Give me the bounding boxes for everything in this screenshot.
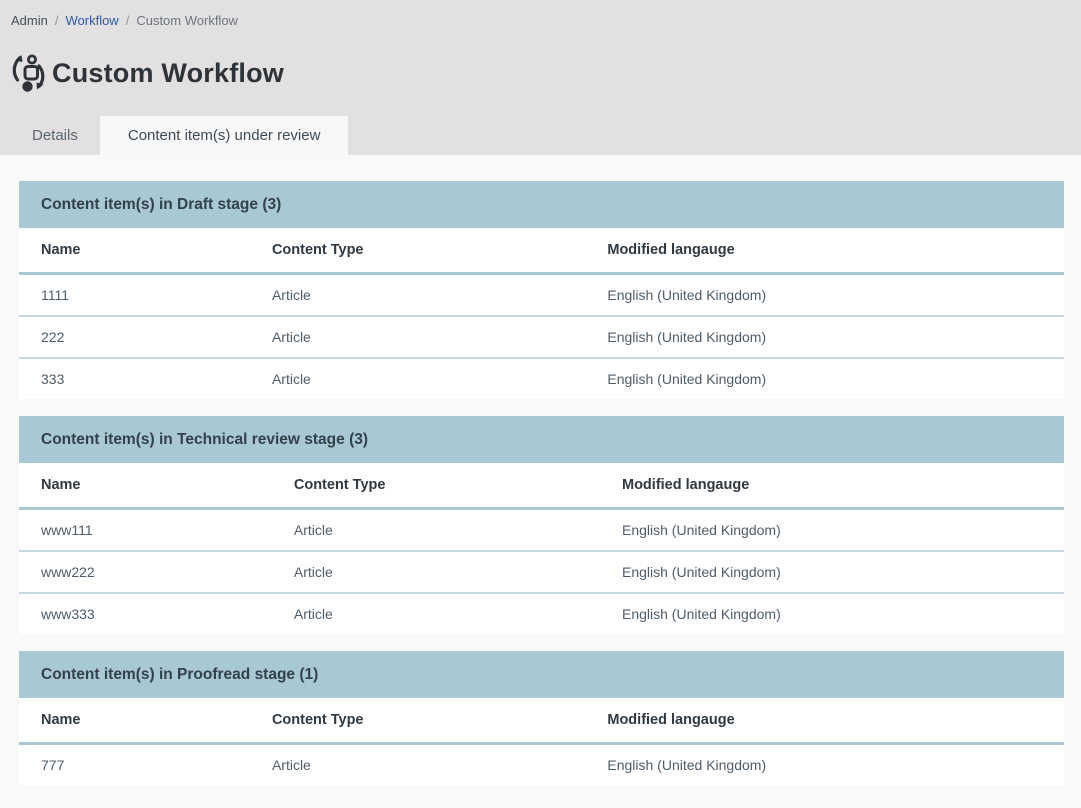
tab-details[interactable]: Details xyxy=(10,116,100,155)
table-header-row: NameContent TypeModified langauge xyxy=(19,228,1064,274)
breadcrumb-separator: / xyxy=(126,13,130,28)
column-header: Modified langauge xyxy=(600,463,1064,509)
column-header: Modified langauge xyxy=(585,228,1064,274)
table-cell: Article xyxy=(250,744,585,786)
stage-section-title: Content item(s) in Proofread stage (1) xyxy=(41,666,318,684)
stage-table: NameContent TypeModified langauge 777Art… xyxy=(19,698,1064,785)
stage-section-header: Content item(s) in Draft stage (3) xyxy=(19,181,1064,228)
column-header: Content Type xyxy=(272,463,600,509)
title-row: Custom Workflow xyxy=(0,54,1081,92)
app-window: Admin / Workflow / Custom Workflow xyxy=(0,0,1081,785)
table-row: 777ArticleEnglish (United Kingdom) xyxy=(19,744,1064,786)
table-row: 222ArticleEnglish (United Kingdom) xyxy=(19,316,1064,358)
column-header: Modified langauge xyxy=(585,698,1064,744)
content-area: Content item(s) in Draft stage (3) NameC… xyxy=(0,155,1081,785)
stage-table: NameContent TypeModified langauge 1111Ar… xyxy=(19,228,1064,399)
table-cell: Article xyxy=(250,274,585,317)
stage-section-title: Content item(s) in Technical review stag… xyxy=(41,431,368,449)
table-cell: 1111 xyxy=(19,274,250,317)
table-row: 1111ArticleEnglish (United Kingdom) xyxy=(19,274,1064,317)
table-header-row: NameContent TypeModified langauge xyxy=(19,463,1064,509)
table-cell: Article xyxy=(272,509,600,552)
table-cell: www222 xyxy=(19,551,272,593)
table-cell: Article xyxy=(250,316,585,358)
table-cell: www333 xyxy=(19,593,272,634)
table-row: www333ArticleEnglish (United Kingdom) xyxy=(19,593,1064,634)
column-header: Name xyxy=(19,463,272,509)
breadcrumb-item-admin: Admin xyxy=(11,13,48,28)
stage-section: Content item(s) in Draft stage (3) NameC… xyxy=(19,181,1064,399)
stage-section-header: Content item(s) in Proofread stage (1) xyxy=(19,651,1064,698)
stage-sections: Content item(s) in Draft stage (3) NameC… xyxy=(19,181,1064,785)
page-title: Custom Workflow xyxy=(52,58,284,89)
breadcrumb-item-workflow[interactable]: Workflow xyxy=(65,13,118,28)
table-cell: English (United Kingdom) xyxy=(585,274,1064,317)
table-cell: English (United Kingdom) xyxy=(600,593,1064,634)
tab-bar: Details Content item(s) under review xyxy=(0,116,1081,155)
stage-section-title: Content item(s) in Draft stage (3) xyxy=(41,196,281,214)
tab-content-items-under-review[interactable]: Content item(s) under review xyxy=(100,116,349,155)
page-header: Admin / Workflow / Custom Workflow xyxy=(0,0,1081,155)
stage-table: NameContent TypeModified langauge www111… xyxy=(19,463,1064,634)
column-header: Name xyxy=(19,228,250,274)
table-cell: Article xyxy=(272,593,600,634)
stage-section: Content item(s) in Technical review stag… xyxy=(19,416,1064,634)
table-cell: Article xyxy=(250,358,585,399)
table-cell: English (United Kingdom) xyxy=(585,744,1064,786)
breadcrumb: Admin / Workflow / Custom Workflow xyxy=(0,0,1081,29)
table-cell: English (United Kingdom) xyxy=(585,316,1064,358)
stage-section-header: Content item(s) in Technical review stag… xyxy=(19,416,1064,463)
table-cell: Article xyxy=(272,551,600,593)
table-header-row: NameContent TypeModified langauge xyxy=(19,698,1064,744)
table-cell: www111 xyxy=(19,509,272,552)
column-header: Content Type xyxy=(250,698,585,744)
breadcrumb-item-current: Custom Workflow xyxy=(136,13,238,28)
table-row: www111ArticleEnglish (United Kingdom) xyxy=(19,509,1064,552)
column-header: Name xyxy=(19,698,250,744)
table-row: 333ArticleEnglish (United Kingdom) xyxy=(19,358,1064,399)
table-row: www222ArticleEnglish (United Kingdom) xyxy=(19,551,1064,593)
table-cell: 777 xyxy=(19,744,250,786)
table-cell: English (United Kingdom) xyxy=(600,551,1064,593)
breadcrumb-separator: / xyxy=(55,13,59,28)
table-cell: 222 xyxy=(19,316,250,358)
stage-section: Content item(s) in Proofread stage (1) N… xyxy=(19,651,1064,785)
table-cell: English (United Kingdom) xyxy=(585,358,1064,399)
workflow-icon xyxy=(10,54,46,92)
table-cell: 333 xyxy=(19,358,250,399)
table-cell: English (United Kingdom) xyxy=(600,509,1064,552)
column-header: Content Type xyxy=(250,228,585,274)
